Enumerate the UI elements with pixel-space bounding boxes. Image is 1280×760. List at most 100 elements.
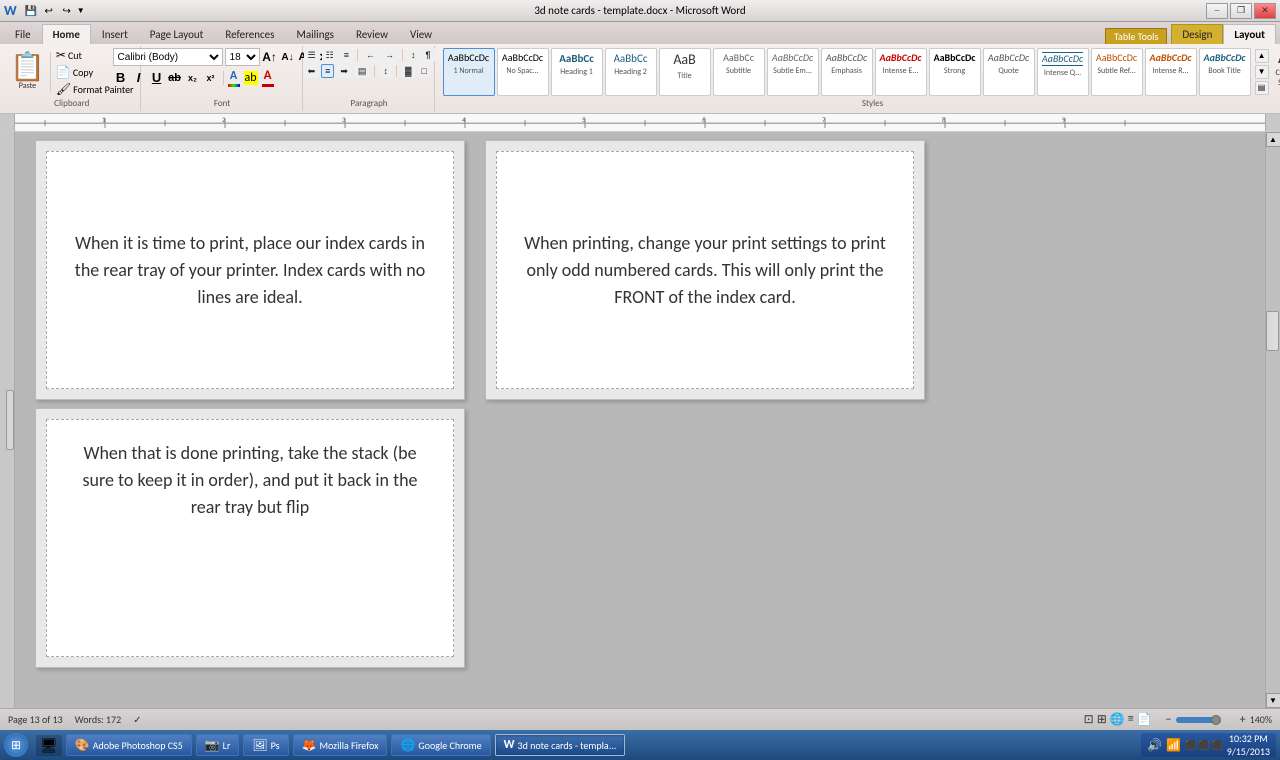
styles-expand[interactable]: ▤ xyxy=(1255,81,1269,95)
styles-scroll-down[interactable]: ▼ xyxy=(1255,65,1269,79)
v-scroll-thumb-left[interactable] xyxy=(6,390,14,450)
card-text-1: When it is time to print, place our inde… xyxy=(67,230,433,311)
tab-references[interactable]: References xyxy=(214,24,285,44)
style-quote-label: Quote xyxy=(998,66,1018,76)
font-size-select[interactable]: 18 xyxy=(225,48,260,66)
shrink-font-button[interactable]: A↓ xyxy=(280,49,296,65)
scroll-up-button[interactable]: ▲ xyxy=(1266,132,1280,147)
bold-button[interactable]: B xyxy=(113,70,129,86)
restore-button[interactable]: ❐ xyxy=(1230,3,1252,19)
style-title[interactable]: AaB Title xyxy=(659,48,711,96)
tab-pagelayout[interactable]: Page Layout xyxy=(139,24,215,44)
bullets-button[interactable]: ☰ xyxy=(304,48,320,62)
vertical-scrollbar: ▲ ▼ xyxy=(1265,132,1280,708)
document-content: When it is time to print, place our inde… xyxy=(15,132,1265,708)
ps-label: Ps xyxy=(271,739,280,752)
font-color-button[interactable]: A xyxy=(262,68,274,87)
style-intense-r[interactable]: AaBbCcDc Intense R... xyxy=(1145,48,1197,96)
styles-scroll-up[interactable]: ▲ xyxy=(1255,49,1269,63)
ps-cs-icon: 🎨 xyxy=(75,738,90,753)
minimize-button[interactable]: ─ xyxy=(1206,3,1228,19)
change-styles-button[interactable]: Aa ChangeStyles ▼ xyxy=(1273,48,1280,96)
style-quote[interactable]: AaBbCcDc Quote xyxy=(983,48,1035,96)
style-intense-e-label: Intense E... xyxy=(883,66,919,76)
style-no-space[interactable]: AaBbCcDc No Spac... xyxy=(497,48,549,96)
start-button[interactable]: ⊞ xyxy=(4,733,28,757)
numbering-button[interactable]: ☷ xyxy=(322,48,338,62)
align-left-button[interactable]: ⬅ xyxy=(304,64,320,78)
style-normal-preview: AaBbCcDc xyxy=(448,52,489,64)
card-inner-1: When it is time to print, place our inde… xyxy=(46,151,454,389)
style-book-title[interactable]: AaBbCcDc Book Title xyxy=(1199,48,1251,96)
paste-button[interactable]: 📋 Paste xyxy=(10,48,45,96)
tab-mailings[interactable]: Mailings xyxy=(285,24,345,44)
grow-font-button[interactable]: A↑ xyxy=(262,49,278,65)
tab-home[interactable]: Home xyxy=(42,24,91,44)
strikethrough-button[interactable]: ab xyxy=(167,70,183,86)
italic-button[interactable]: I xyxy=(131,70,147,86)
close-button[interactable]: ✕ xyxy=(1254,3,1276,19)
decrease-indent-button[interactable]: ← xyxy=(362,48,379,62)
undo-quick-btn[interactable]: ↩ xyxy=(41,3,57,19)
tab-view[interactable]: View xyxy=(399,24,443,44)
show-desktop-icon[interactable]: 🖥 xyxy=(40,737,58,754)
taskbar-lightroom[interactable]: 📷 Lr xyxy=(196,734,240,756)
superscript-button[interactable]: x² xyxy=(203,70,219,86)
taskbar-photoshop-cs[interactable]: 🎨 Adobe Photoshop CS5 xyxy=(66,734,192,756)
taskbar-photoshop[interactable]: 🖼 Ps xyxy=(243,734,288,756)
firefox-icon: 🦊 xyxy=(302,738,317,753)
taskbar-word[interactable]: W 3d note cards - templa... xyxy=(495,734,626,756)
scroll-down-button[interactable]: ▼ xyxy=(1266,693,1280,708)
style-intense-q[interactable]: AaBbCcDc Intense Q... xyxy=(1037,48,1089,96)
subscript-button[interactable]: x₂ xyxy=(185,70,201,86)
justify-button[interactable]: ▤ xyxy=(354,64,371,78)
volume-icon[interactable]: 🔊 xyxy=(1147,738,1162,753)
title-bar: W 💾 ↩ ↪ ▼ 3d note cards - template.docx … xyxy=(0,0,1280,22)
font-family-select[interactable]: Calibri (Body) xyxy=(113,48,223,66)
style-subtle-em[interactable]: AaBbCcDc Subtle Em... xyxy=(767,48,819,96)
borders-button[interactable]: □ xyxy=(418,64,431,78)
style-subtle-ref[interactable]: AaBbCcDc Subtle Ref... xyxy=(1091,48,1143,96)
style-h1-label: Heading 1 xyxy=(560,67,593,77)
ribbon: File Home Insert Page Layout References … xyxy=(0,22,1280,114)
tab-insert[interactable]: Insert xyxy=(91,24,139,44)
align-center-button[interactable]: ≡ xyxy=(321,64,334,78)
style-emphasis[interactable]: AaBbCcDc Emphasis xyxy=(821,48,873,96)
system-tray: 🔊 📶 ⬛ ⬛ ⬛ 10:32 PM 9/15/2013 xyxy=(1141,733,1276,757)
style-heading1[interactable]: AaBbCc Heading 1 xyxy=(551,48,603,96)
taskbar: ⊞ 🖥 🎨 Adobe Photoshop CS5 📷 Lr 🖼 Ps 🦊 Mo… xyxy=(0,730,1280,760)
text-effects-button[interactable]: A xyxy=(228,69,240,87)
style-heading2[interactable]: AaBbCc Heading 2 xyxy=(605,48,657,96)
sort-button[interactable]: ↕ xyxy=(407,48,420,62)
style-subtitle[interactable]: AaBbCc Subtitle xyxy=(713,48,765,96)
dropdown-icon[interactable]: ▼ xyxy=(77,6,85,16)
taskbar-chrome[interactable]: 🌐 Google Chrome xyxy=(391,734,490,756)
scroll-thumb[interactable] xyxy=(1266,311,1279,351)
ps-icon: 🖼 xyxy=(252,738,267,753)
text-highlight-button[interactable]: ab xyxy=(244,71,258,85)
clock-date: 9/15/2013 xyxy=(1227,745,1270,758)
svg-text:8: 8 xyxy=(942,115,946,124)
taskbar-firefox[interactable]: 🦊 Mozilla Firefox xyxy=(293,734,388,756)
style-normal[interactable]: AaBbCcDc 1 Normal xyxy=(443,48,495,96)
line-spacing-button[interactable]: ↕ xyxy=(379,64,392,78)
multilevel-button[interactable]: ≡ xyxy=(340,48,353,62)
style-strong[interactable]: AaBbCcDc Strong xyxy=(929,48,981,96)
shading-button[interactable]: ▓ xyxy=(401,64,416,78)
increase-indent-button[interactable]: → xyxy=(381,48,398,62)
network-icon[interactable]: 📶 xyxy=(1166,738,1181,753)
underline-button[interactable]: U xyxy=(149,70,165,86)
svg-text:9: 9 xyxy=(1062,115,1066,124)
style-subtle-ref-preview: AaBbCcDc xyxy=(1096,52,1137,64)
tab-design[interactable]: Design xyxy=(1171,24,1223,44)
style-intense-e[interactable]: AaBbCcDc Intense E... xyxy=(875,48,927,96)
tab-file[interactable]: File xyxy=(4,24,42,44)
save-quick-btn[interactable]: 💾 xyxy=(23,3,39,19)
tray-icons-small: ⬛ ⬛ ⬛ xyxy=(1185,740,1223,751)
tab-layout[interactable]: Layout xyxy=(1223,24,1276,44)
system-clock[interactable]: 10:32 PM 9/15/2013 xyxy=(1227,732,1270,758)
align-right-button[interactable]: ➡ xyxy=(336,64,352,78)
tab-review[interactable]: Review xyxy=(345,24,399,44)
show-hide-button[interactable]: ¶ xyxy=(421,48,434,62)
redo-quick-btn[interactable]: ↪ xyxy=(59,3,75,19)
